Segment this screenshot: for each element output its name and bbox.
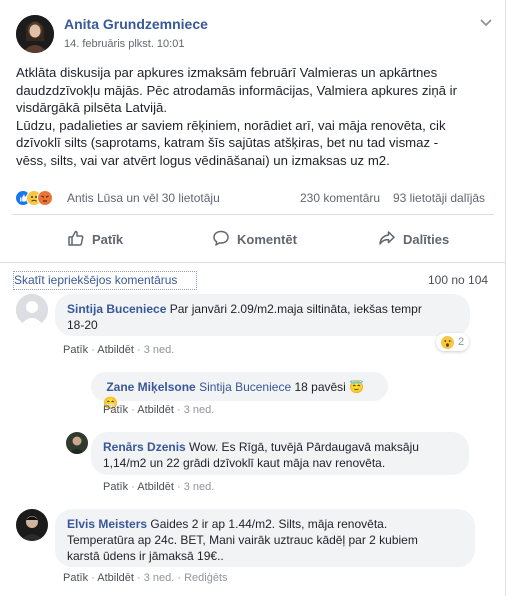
reaction-angry-icon [37,190,53,206]
comments-count[interactable]: 230 komentāru [300,191,380,205]
comment-text: Wow. Es Rīgā, tuvējā Pārdaugavā maksāju [189,440,419,454]
comment-bubble: Elvis Meisters Gaides 2 ir ap 1.44/m2. S… [55,509,475,567]
divider [12,214,494,215]
comment-text: 1,14/m2 un 22 grādi dzīvoklī kaut māja n… [103,456,386,470]
reactions-summary[interactable]: Antis Lūsa un vēl 30 lietotāju [67,191,220,205]
commenter-avatar[interactable] [66,432,88,454]
post-text-line: daudzdzīvokļu mājās. Pēc atrodamās infor… [16,82,457,98]
share-button[interactable]: Dalīties [378,229,449,250]
comment-icon [212,229,230,250]
reply-bubble: Renārs Dzenis Wow. Es Rīgā, tuvējā Pārda… [91,432,469,475]
comment-reaction-badge[interactable]: 2 [436,333,470,351]
comment-author[interactable]: Sintija Buceniece [67,302,166,316]
comment-meta: Patīk · Atbildēt · 3 ned. [103,404,215,416]
comment-reply-link[interactable]: Atbildēt [137,404,174,416]
comment-like-link[interactable]: Patīk [103,481,128,493]
comment-button-label: Komentēt [237,232,297,247]
comment-text: 18-20 [67,318,98,332]
post-author-name[interactable]: Anita Grundzemniece [64,16,208,32]
avatar-photo-icon [16,509,48,541]
comment-author[interactable]: Zane Miķelsone [106,380,195,394]
comment-text: 18 pavēsi [294,380,346,394]
comment-meta: Patīk · Atbildēt · 3 ned. [63,344,175,356]
comment-meta: Patīk · Atbildēt · 3 ned. [103,481,215,493]
comment-button[interactable]: Komentēt [212,229,297,250]
comment-bubble: Sintija Buceniece Par janvāri 2.09/m2.ma… [55,294,470,336]
reaction-wow-icon [441,335,454,349]
comment-author[interactable]: Elvis Meisters [67,517,147,531]
comment-mention[interactable]: Sintija Buceniece [199,380,291,394]
comment-time[interactable]: 3 ned. [184,481,215,493]
chevron-down-icon[interactable] [479,16,493,30]
reply-bubble: Zane Miķelsone Sintija Buceniece 18 pavē… [91,372,388,410]
comment-time[interactable]: 3 ned. [144,344,175,356]
post-text-line: visdārgākā pilsēta Latvijā. [16,100,168,115]
comment-text: Par janvāri 2.09/m2.maja siltināta, iekš… [169,302,422,316]
comment-text: Temperatūra ap 24c. BET, Mani vairāk uzt… [67,533,418,547]
post-text-line: vēss, silts, vai var atvērt logus vēdinā… [16,152,390,168]
commenter-avatar[interactable] [16,509,48,541]
default-avatar-icon [16,294,48,326]
post-text-line: Lūdzu, padalieties ar saviem rēķiniem, n… [16,117,446,133]
avatar-photo-icon [16,15,54,53]
comment-like-link[interactable]: Patīk [63,344,88,356]
post-text-line: dzīvoklī silts (saprotams, katram šīs sa… [16,135,439,150]
post-text-line: Atklāta diskusija par apkures izmaksām f… [16,65,438,80]
comment-time[interactable]: 3 ned. [144,572,175,584]
comment-edited[interactable]: Rediģēts [184,572,227,584]
share-icon [378,229,396,250]
comment-text: karstā ūdens ir jāmaksā 19€.. [67,549,224,563]
comment-reply-link[interactable]: Atbildēt [97,572,134,584]
comment-text: Gaides 2 ir ap 1.44/m2. Silts, māja reno… [150,517,388,531]
avatar-photo-icon [66,432,88,454]
like-icon [67,229,85,250]
post-card: Anita Grundzemniece 14. februāris plkst.… [0,0,506,596]
share-button-label: Dalīties [403,232,450,247]
comment-like-link[interactable]: Patīk [63,572,88,584]
post-text: Atklāta diskusija par apkures izmaksām f… [16,64,496,169]
comment-meta: Patīk · Atbildēt · 3 ned. · Rediģēts [63,572,228,584]
comment-reply-link[interactable]: Atbildēt [97,344,134,356]
comment-like-link[interactable]: Patīk [103,404,128,416]
comment-time[interactable]: 3 ned. [184,404,215,416]
reaction-icons[interactable] [15,190,67,206]
shares-count[interactable]: 93 lietotāji dalījās [393,191,485,205]
like-button[interactable]: Patīk [67,229,123,250]
author-avatar[interactable] [16,15,54,53]
reaction-count: 2 [458,336,465,348]
comments-count-indicator: 100 no 104 [428,273,489,287]
comment-reply-link[interactable]: Atbildēt [137,481,174,493]
commenter-avatar[interactable] [16,294,48,326]
comment-author[interactable]: Renārs Dzenis [103,440,186,454]
like-button-label: Patīk [92,232,124,247]
selection-outline [13,271,197,290]
post-timestamp[interactable]: 14. februāris plkst. 10:01 [64,38,184,50]
